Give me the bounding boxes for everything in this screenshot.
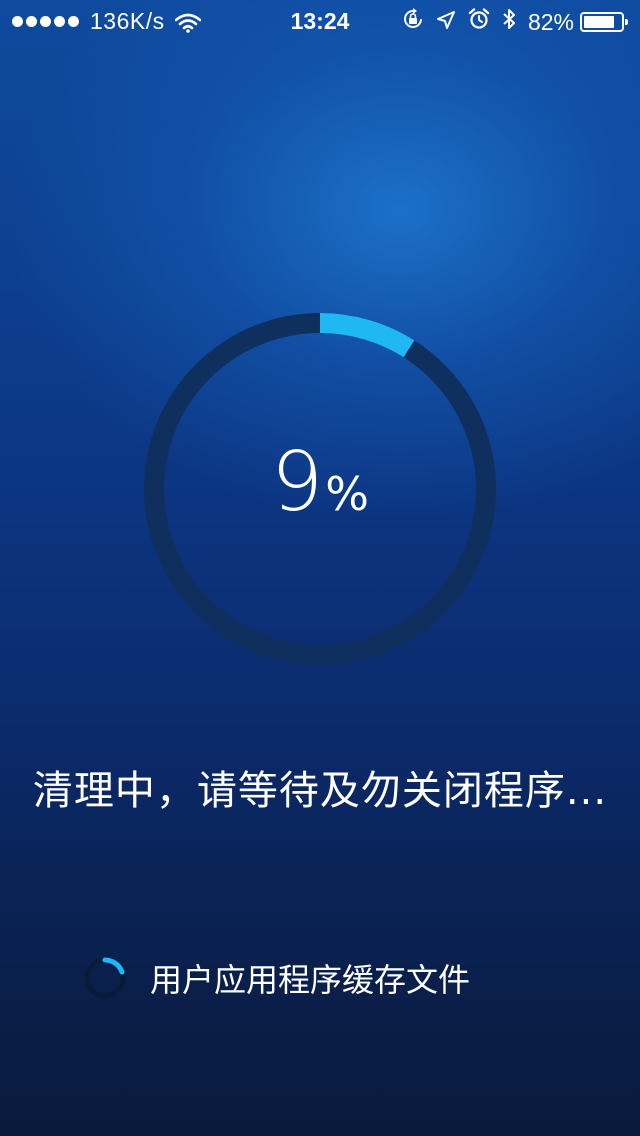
bluetooth-icon (502, 8, 516, 36)
battery-level (584, 16, 614, 28)
status-right: 82% (402, 8, 630, 36)
progress-number: 9 (271, 435, 324, 530)
battery-percentage: 82% (527, 8, 574, 35)
progress-unit: % (325, 467, 369, 521)
current-scan-item: 用户应用程序缓存文件 (82, 955, 470, 1001)
cleaning-status-message: 清理中，请等待及勿关闭程序... (32, 768, 608, 814)
battery-icon (580, 12, 628, 32)
current-item-label: 用户应用程序缓存文件 (150, 961, 471, 999)
spinner-icon (82, 955, 128, 1001)
rotation-lock-icon (402, 8, 424, 36)
status-bar: 136K/s 13:24 82% (0, 0, 640, 40)
location-icon (436, 9, 456, 36)
progress-percent: 9% (143, 442, 497, 524)
alarm-icon (468, 8, 490, 36)
cleanup-progress-ring: 9% (143, 312, 497, 666)
